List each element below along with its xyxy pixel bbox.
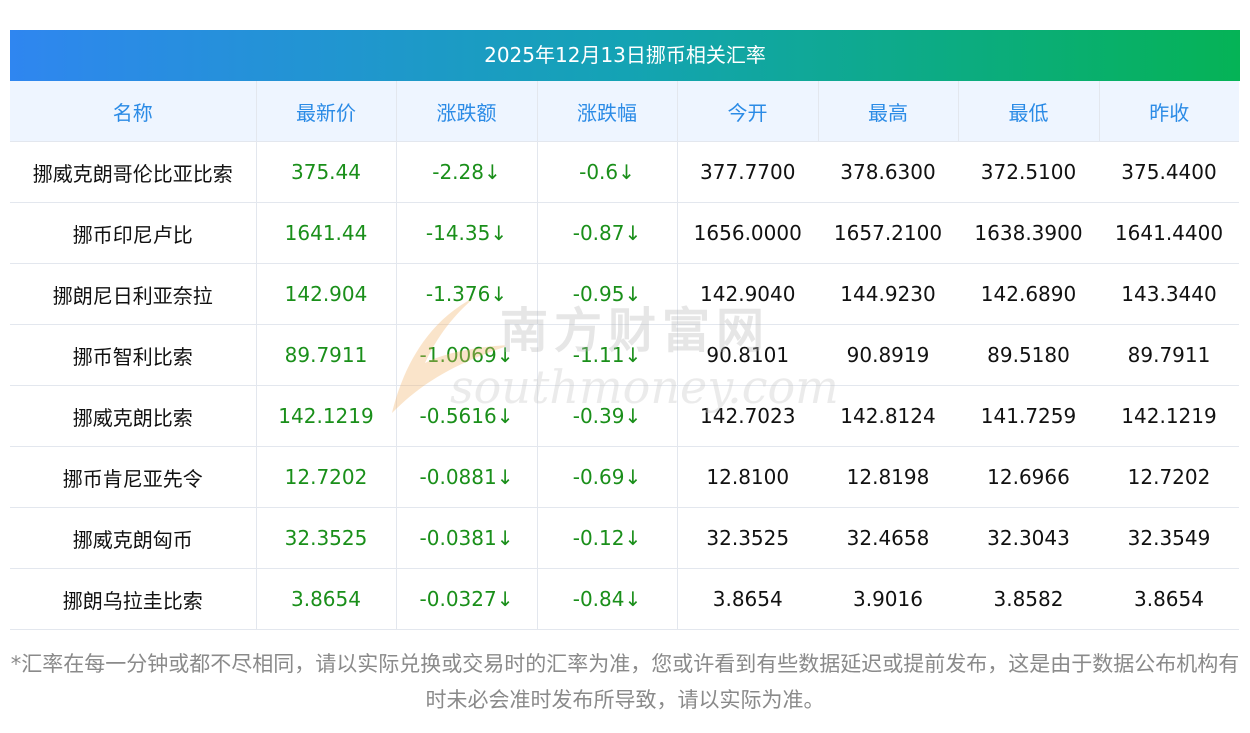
high-price: 378.6300: [818, 141, 958, 203]
prev-close-price: 143.3440: [1099, 263, 1239, 325]
open-price: 32.3525: [677, 507, 818, 569]
change-percent: -0.69↓: [537, 446, 678, 508]
high-price: 90.8919: [818, 324, 958, 386]
change-amount: -2.28↓: [396, 141, 538, 203]
low-price: 142.6890: [958, 263, 1099, 325]
change-percent: -0.39↓: [537, 385, 678, 447]
table-row: 挪币印尼卢比 1641.44 -14.35↓ -0.87↓ 1656.0000 …: [10, 202, 1239, 264]
open-price: 12.8100: [677, 446, 818, 508]
change-percent: -0.84↓: [537, 568, 678, 630]
latest-price: 375.44: [256, 141, 397, 203]
currency-pair-name: 挪币印尼卢比: [10, 202, 257, 264]
currency-pair-name: 挪威克朗比索: [10, 385, 257, 447]
change-amount: -1.376↓: [396, 263, 538, 325]
change-amount: -0.0327↓: [396, 568, 538, 630]
column-header: 最新价: [256, 81, 397, 142]
change-amount: -0.0381↓: [396, 507, 538, 569]
disclaimer-footnote: *汇率在每一分钟或都不尽相同，请以实际兑换或交易时的汇率为准，您或许看到有些数据…: [10, 652, 1240, 712]
high-price: 12.8198: [818, 446, 958, 508]
column-header: 涨跌幅: [537, 81, 678, 142]
high-price: 32.4658: [818, 507, 958, 569]
prev-close-price: 3.8654: [1099, 568, 1239, 630]
change-amount: -14.35↓: [396, 202, 538, 264]
prev-close-price: 32.3549: [1099, 507, 1239, 569]
table-row: 挪币肯尼亚先令 12.7202 -0.0881↓ -0.69↓ 12.8100 …: [10, 446, 1239, 508]
table-row: 挪朗乌拉圭比索 3.8654 -0.0327↓ -0.84↓ 3.8654 3.…: [10, 568, 1239, 630]
prev-close-price: 89.7911: [1099, 324, 1239, 386]
column-header: 名称: [10, 81, 257, 142]
prev-close-price: 142.1219: [1099, 385, 1239, 447]
column-header: 今开: [677, 81, 819, 142]
low-price: 12.6966: [958, 446, 1099, 508]
currency-pair-name: 挪币肯尼亚先令: [10, 446, 257, 508]
high-price: 3.9016: [818, 568, 958, 630]
latest-price: 3.8654: [256, 568, 397, 630]
change-percent: -0.6↓: [537, 141, 678, 203]
open-price: 3.8654: [677, 568, 818, 630]
table-row: 挪币智利比索 89.7911 -1.0069↓ -1.11↓ 90.8101 9…: [10, 324, 1239, 386]
table-row: 挪朗尼日利亚奈拉 142.904 -1.376↓ -0.95↓ 142.9040…: [10, 263, 1239, 325]
latest-price: 1641.44: [256, 202, 397, 264]
latest-price: 142.1219: [256, 385, 397, 447]
change-percent: -0.95↓: [537, 263, 678, 325]
open-price: 1656.0000: [677, 202, 818, 264]
column-header: 昨收: [1099, 81, 1239, 142]
table-row: 挪威克朗哥伦比亚比索 375.44 -2.28↓ -0.6↓ 377.7700 …: [10, 141, 1239, 203]
currency-pair-name: 挪朗尼日利亚奈拉: [10, 263, 257, 325]
low-price: 141.7259: [958, 385, 1099, 447]
currency-pair-name: 挪威克朗哥伦比亚比索: [10, 141, 257, 203]
latest-price: 12.7202: [256, 446, 397, 508]
low-price: 372.5100: [958, 141, 1099, 203]
change-percent: -0.12↓: [537, 507, 678, 569]
open-price: 377.7700: [677, 141, 818, 203]
table-row: 挪威克朗匈币 32.3525 -0.0381↓ -0.12↓ 32.3525 3…: [10, 507, 1239, 569]
high-price: 144.9230: [818, 263, 958, 325]
column-header: 涨跌额: [396, 81, 538, 142]
low-price: 3.8582: [958, 568, 1099, 630]
open-price: 142.9040: [677, 263, 818, 325]
low-price: 32.3043: [958, 507, 1099, 569]
open-price: 142.7023: [677, 385, 818, 447]
prev-close-price: 12.7202: [1099, 446, 1239, 508]
currency-pair-name: 挪币智利比索: [10, 324, 257, 386]
table-row: 挪威克朗比索 142.1219 -0.5616↓ -0.39↓ 142.7023…: [10, 385, 1239, 447]
change-amount: -0.5616↓: [396, 385, 538, 447]
change-amount: -1.0069↓: [396, 324, 538, 386]
latest-price: 32.3525: [256, 507, 397, 569]
change-amount: -0.0881↓: [396, 446, 538, 508]
low-price: 89.5180: [958, 324, 1099, 386]
change-percent: -0.87↓: [537, 202, 678, 264]
change-percent: -1.11↓: [537, 324, 678, 386]
high-price: 1657.2100: [818, 202, 958, 264]
currency-pair-name: 挪朗乌拉圭比索: [10, 568, 257, 630]
page-title: 2025年12月13日挪币相关汇率: [10, 30, 1240, 81]
exchange-rate-table: 名称 最新价 涨跌额 涨跌幅 今开 最高 最低 昨收 挪威克朗哥伦比亚比索 37…: [10, 81, 1239, 630]
column-header: 最高: [818, 81, 959, 142]
high-price: 142.8124: [818, 385, 958, 447]
currency-pair-name: 挪威克朗匈币: [10, 507, 257, 569]
prev-close-price: 375.4400: [1099, 141, 1239, 203]
latest-price: 142.904: [256, 263, 397, 325]
table-header-row: 名称 最新价 涨跌额 涨跌幅 今开 最高 最低 昨收: [10, 81, 1239, 142]
low-price: 1638.3900: [958, 202, 1099, 264]
prev-close-price: 1641.4400: [1099, 202, 1239, 264]
column-header: 最低: [958, 81, 1100, 142]
latest-price: 89.7911: [256, 324, 397, 386]
open-price: 90.8101: [677, 324, 818, 386]
